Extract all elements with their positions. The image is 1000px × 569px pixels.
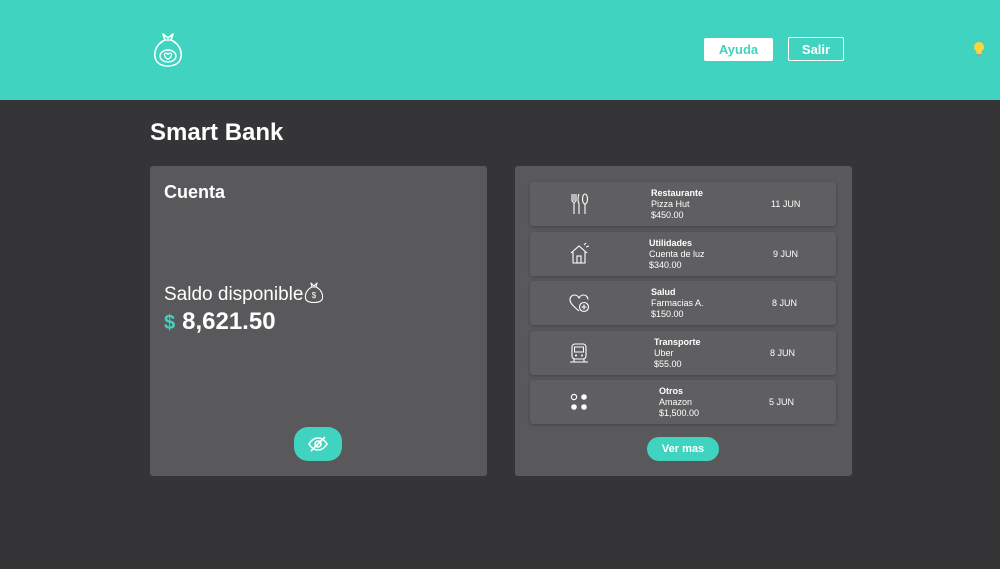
transaction-merchant: Farmacias A. — [651, 298, 704, 308]
transaction-amount: $340.00 — [649, 260, 682, 270]
transaction-category: Utilidades — [649, 238, 693, 248]
page-title: Smart Bank — [150, 119, 284, 146]
transaction-item[interactable]: Transporte Uber $55.00 8 JUN — [530, 331, 836, 375]
house-icon — [570, 242, 590, 264]
balance-row: $ 8,621.50 — [164, 308, 276, 336]
transaction-amount: $450.00 — [651, 210, 684, 220]
transaction-merchant: Cuenta de luz — [649, 249, 705, 259]
transaction-amount: $150.00 — [651, 309, 684, 319]
transaction-details: Otros Amazon $1,500.00 — [659, 386, 699, 419]
transaction-item[interactable]: Restaurante Pizza Hut $450.00 11 JUN — [530, 182, 836, 226]
transaction-date: 8 JUN — [770, 348, 796, 358]
dots-grid-icon — [570, 393, 587, 410]
help-button[interactable]: Ayuda — [704, 38, 773, 61]
transaction-merchant: Pizza Hut — [651, 199, 690, 209]
svg-text:$: $ — [312, 291, 317, 300]
transaction-details: Transporte Uber $55.00 — [654, 337, 701, 370]
lightbulb-icon[interactable] — [972, 41, 986, 59]
transaction-category: Salud — [651, 287, 676, 297]
balance-amount: 8,621.50 — [182, 308, 276, 335]
balance-label-row: Saldo disponible $ — [164, 282, 325, 306]
transaction-details: Salud Farmacias A. $150.00 — [651, 287, 704, 320]
currency-symbol: $ — [164, 312, 176, 334]
transaction-item[interactable]: Salud Farmacias A. $150.00 8 JUN — [530, 281, 836, 325]
heart-health-icon — [569, 294, 590, 313]
transaction-details: Utilidades Cuenta de luz $340.00 — [649, 238, 705, 271]
transaction-amount: $1,500.00 — [659, 408, 700, 418]
transaction-merchant: Uber — [654, 348, 674, 358]
transaction-amount: $55.00 — [654, 359, 682, 369]
account-card: Cuenta Saldo disponible $ $ 8,621.50 — [150, 166, 487, 476]
top-header: Ayuda Salir — [0, 0, 1000, 100]
money-bag-logo-icon[interactable] — [152, 30, 184, 68]
transaction-item[interactable]: Utilidades Cuenta de luz $340.00 9 JUN — [530, 232, 836, 276]
logout-button[interactable]: Salir — [788, 37, 844, 61]
transaction-date: 5 JUN — [769, 397, 795, 407]
money-bag-icon: $ — [305, 282, 324, 304]
transaction-date: 8 JUN — [772, 298, 798, 308]
transaction-date: 9 JUN — [773, 249, 799, 259]
fork-knife-icon — [571, 193, 589, 214]
transactions-card: Restaurante Pizza Hut $450.00 11 JUN Uti… — [515, 166, 852, 476]
toggle-balance-visibility-button[interactable] — [294, 427, 342, 461]
balance-label: Saldo disponible — [164, 284, 304, 305]
transaction-details: Restaurante Pizza Hut $450.00 — [651, 188, 703, 221]
transaction-category: Restaurante — [651, 188, 704, 198]
transaction-item[interactable]: Otros Amazon $1,500.00 5 JUN — [530, 380, 836, 424]
account-card-title: Cuenta — [164, 182, 226, 202]
eye-slash-icon — [308, 436, 328, 452]
see-more-button[interactable]: Ver mas — [647, 437, 719, 461]
transaction-merchant: Amazon — [659, 397, 693, 407]
bus-icon — [570, 343, 588, 363]
transaction-date: 11 JUN — [771, 199, 801, 209]
transaction-category: Transporte — [654, 337, 701, 347]
transaction-category: Otros — [659, 386, 684, 396]
